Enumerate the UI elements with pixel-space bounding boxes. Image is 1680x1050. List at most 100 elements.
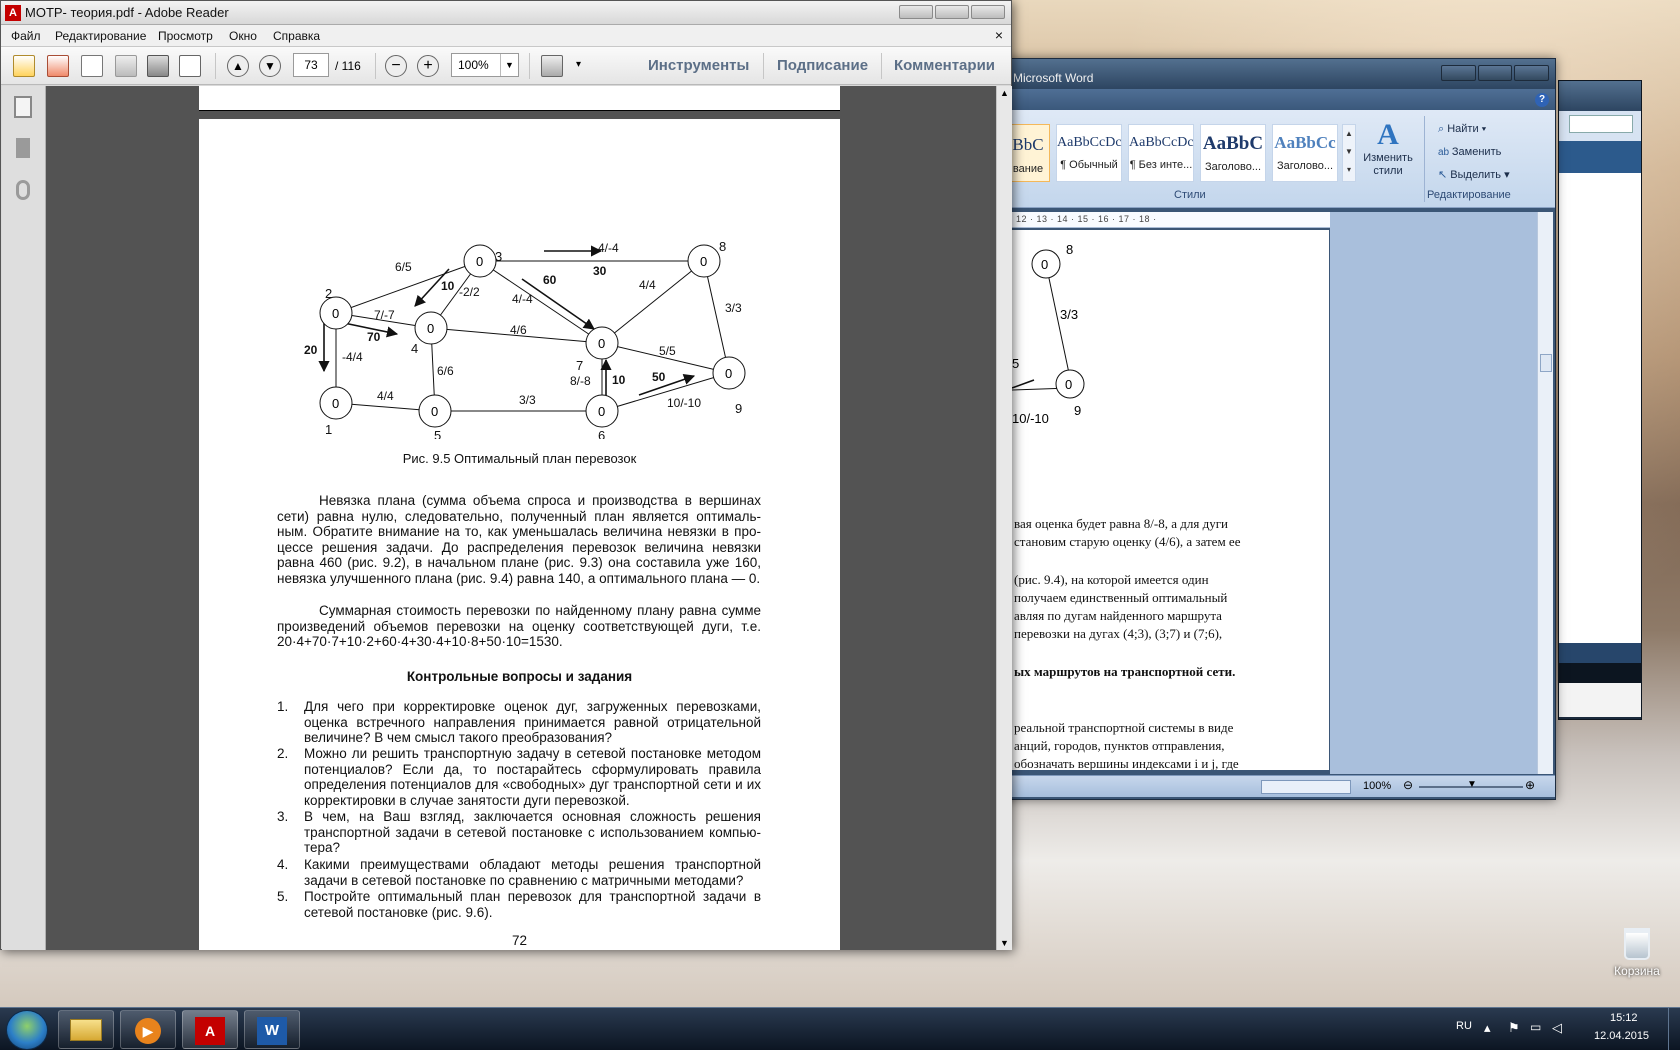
zoom-in-icon[interactable]: ⊕ [1525, 778, 1535, 792]
adobe-reader-window[interactable]: A МОТР- теория.pdf - Adobe Reader Файл Р… [0, 0, 1012, 950]
previous-page-icon[interactable]: ▲ [227, 55, 249, 77]
network-icon[interactable]: ▭ [1530, 1020, 1541, 1034]
word-page-background [1330, 212, 1537, 774]
word-vertical-scrollbar[interactable] [1537, 212, 1553, 774]
word-status-bar: 100% ⊖ ▼ ⊕ [931, 775, 1555, 797]
node-value: 0 [476, 254, 483, 269]
comments-pane-button[interactable]: Комментарии [894, 57, 995, 74]
clock-time[interactable]: 15:12 [1610, 1012, 1638, 1024]
edge-label: 5 [1012, 356, 1019, 371]
menu-help[interactable]: Справка [273, 29, 320, 43]
adobe-minimize-button[interactable] [899, 5, 933, 19]
zoom-in-icon[interactable]: + [417, 55, 439, 77]
node-label-1: 1 [325, 422, 332, 437]
bookmarks-icon[interactable] [16, 138, 30, 158]
start-button[interactable] [6, 1010, 48, 1050]
taskbar-explorer[interactable] [58, 1010, 114, 1049]
word-document-page[interactable]: 8 0 3/3 5 10/-10 9 0 вая оценка будет ра… [1012, 230, 1329, 770]
word-help-icon[interactable]: ? [1535, 93, 1549, 107]
word-scroll-thumb[interactable] [1540, 354, 1552, 372]
volume-icon[interactable]: ◁ [1552, 1020, 1562, 1036]
flow-label: 70 [367, 330, 381, 344]
email-icon[interactable] [179, 55, 201, 77]
style-gallery-item[interactable]: AaBbCcDc ¶ Без инте... [1128, 124, 1194, 182]
taskbar-media-player[interactable]: ▶ [120, 1010, 176, 1049]
word-maximize-button[interactable] [1477, 65, 1513, 81]
page-number-input[interactable]: 73 [293, 53, 329, 77]
style-gallery-item[interactable]: AaBbCcDc ¶ Обычный [1056, 124, 1122, 182]
question-number: 3. [277, 809, 289, 824]
node-value: 0 [700, 254, 707, 269]
toolbar-divider [375, 53, 376, 79]
pdf-page[interactable]: 0 0 0 0 0 0 0 0 0 6/5 4/-4 30 10 -2/2 4/-4 60 4/… [199, 119, 840, 950]
create-pdf-icon[interactable] [13, 55, 35, 77]
zoom-out-icon[interactable]: ⊖ [1403, 778, 1413, 792]
menu-window[interactable]: Окно [229, 29, 257, 43]
flag-icon[interactable]: ⚑ [1508, 1020, 1520, 1036]
clock-date[interactable]: 12.04.2015 [1594, 1030, 1649, 1042]
word-title: Microsoft Word [1013, 71, 1094, 85]
language-indicator[interactable]: RU [1456, 1020, 1472, 1032]
node-label-4: 4 [411, 341, 418, 356]
replace-button[interactable]: ab Заменить [1438, 146, 1501, 158]
flow-label: 30 [593, 264, 607, 278]
edit-pdf-icon[interactable] [81, 55, 103, 77]
toolbar-divider [881, 53, 882, 79]
flow-label: 10 [441, 279, 455, 293]
show-desktop-button[interactable] [1668, 1008, 1680, 1050]
menu-file[interactable]: Файл [11, 29, 41, 43]
toolbar-more-icon[interactable]: ▾ [576, 59, 581, 70]
adobe-maximize-button[interactable] [935, 5, 969, 19]
edge-label: 10/-10 [667, 396, 701, 410]
zoom-select[interactable]: 100% ▼ [451, 53, 519, 77]
zoom-out-icon[interactable]: − [385, 55, 407, 77]
attachments-icon[interactable] [16, 180, 30, 200]
pdf-icon: A [5, 5, 21, 21]
tray-chevron-icon[interactable]: ▴ [1484, 1020, 1491, 1036]
next-page-icon[interactable]: ▼ [259, 55, 281, 77]
chevron-down-icon[interactable]: ▼ [500, 54, 518, 76]
pdf-vertical-scrollbar[interactable]: ▲ ▼ [996, 86, 1012, 950]
adobe-close-button[interactable] [971, 5, 1005, 19]
zoom-slider-thumb-icon[interactable]: ▼ [1467, 779, 1477, 790]
word-close-button[interactable] [1514, 65, 1550, 81]
fit-page-icon[interactable] [541, 55, 563, 77]
style-gallery-item[interactable]: AaBbCc Заголово... [1272, 124, 1338, 182]
scroll-up-icon[interactable]: ▲ [1000, 88, 1009, 98]
close-document-icon[interactable]: × [995, 27, 1003, 43]
background-window[interactable] [1558, 80, 1642, 720]
scroll-down-icon[interactable]: ▼ [1000, 938, 1009, 948]
menu-edit[interactable]: Редактирование [55, 29, 146, 43]
recycle-bin-icon[interactable]: Корзина [1602, 928, 1672, 978]
taskbar-word[interactable]: W [244, 1010, 300, 1049]
change-styles-button[interactable]: A Изменить стили [1358, 118, 1418, 188]
taskbar: ▶ A W RU ▴ ⚑ ▭ ◁ 15:12 12.04.2015 [0, 1007, 1680, 1050]
edge-label: 4/6 [510, 323, 527, 337]
print-icon[interactable] [147, 55, 169, 77]
edge-label: -4/4 [342, 350, 363, 364]
question-number: 2. [277, 746, 289, 761]
previous-page-bottom [199, 86, 840, 111]
edge-label: 4/-4 [598, 241, 619, 255]
find-button[interactable]: ⌕ Найти ▾ [1438, 123, 1486, 136]
word-text-line: авляя по дугам найденного маршрута [1014, 608, 1222, 623]
word-text-line: реальной транспортной системы в виде [1014, 720, 1234, 735]
style-gallery-item[interactable]: BbC вание [1006, 124, 1050, 182]
edge-label: 3/3 [725, 301, 742, 315]
style-gallery-item[interactable]: AaBbC Заголово... [1200, 124, 1266, 182]
export-pdf-icon[interactable] [47, 55, 69, 77]
adobe-menu-bar: Файл Редактирование Просмотр Окно Справк… [1, 25, 1011, 47]
taskbar-adobe-reader[interactable]: A [182, 1010, 238, 1049]
page-total: / 116 [335, 59, 361, 73]
style-gallery-scroll[interactable]: ▲ ▼ ▾ [1342, 124, 1356, 182]
save-icon[interactable] [115, 55, 137, 77]
tools-pane-button[interactable]: Инструменты [648, 57, 749, 74]
view-buttons[interactable] [1261, 780, 1351, 794]
menu-view[interactable]: Просмотр [158, 29, 213, 43]
edge-label: 3/3 [1060, 307, 1078, 322]
select-button[interactable]: ↖ Выделить ▾ [1438, 168, 1510, 181]
word-minimize-button[interactable] [1441, 65, 1476, 81]
flow-label: 20 [304, 343, 318, 357]
page-thumbnails-icon[interactable] [14, 96, 32, 118]
sign-pane-button[interactable]: Подписание [777, 57, 868, 74]
